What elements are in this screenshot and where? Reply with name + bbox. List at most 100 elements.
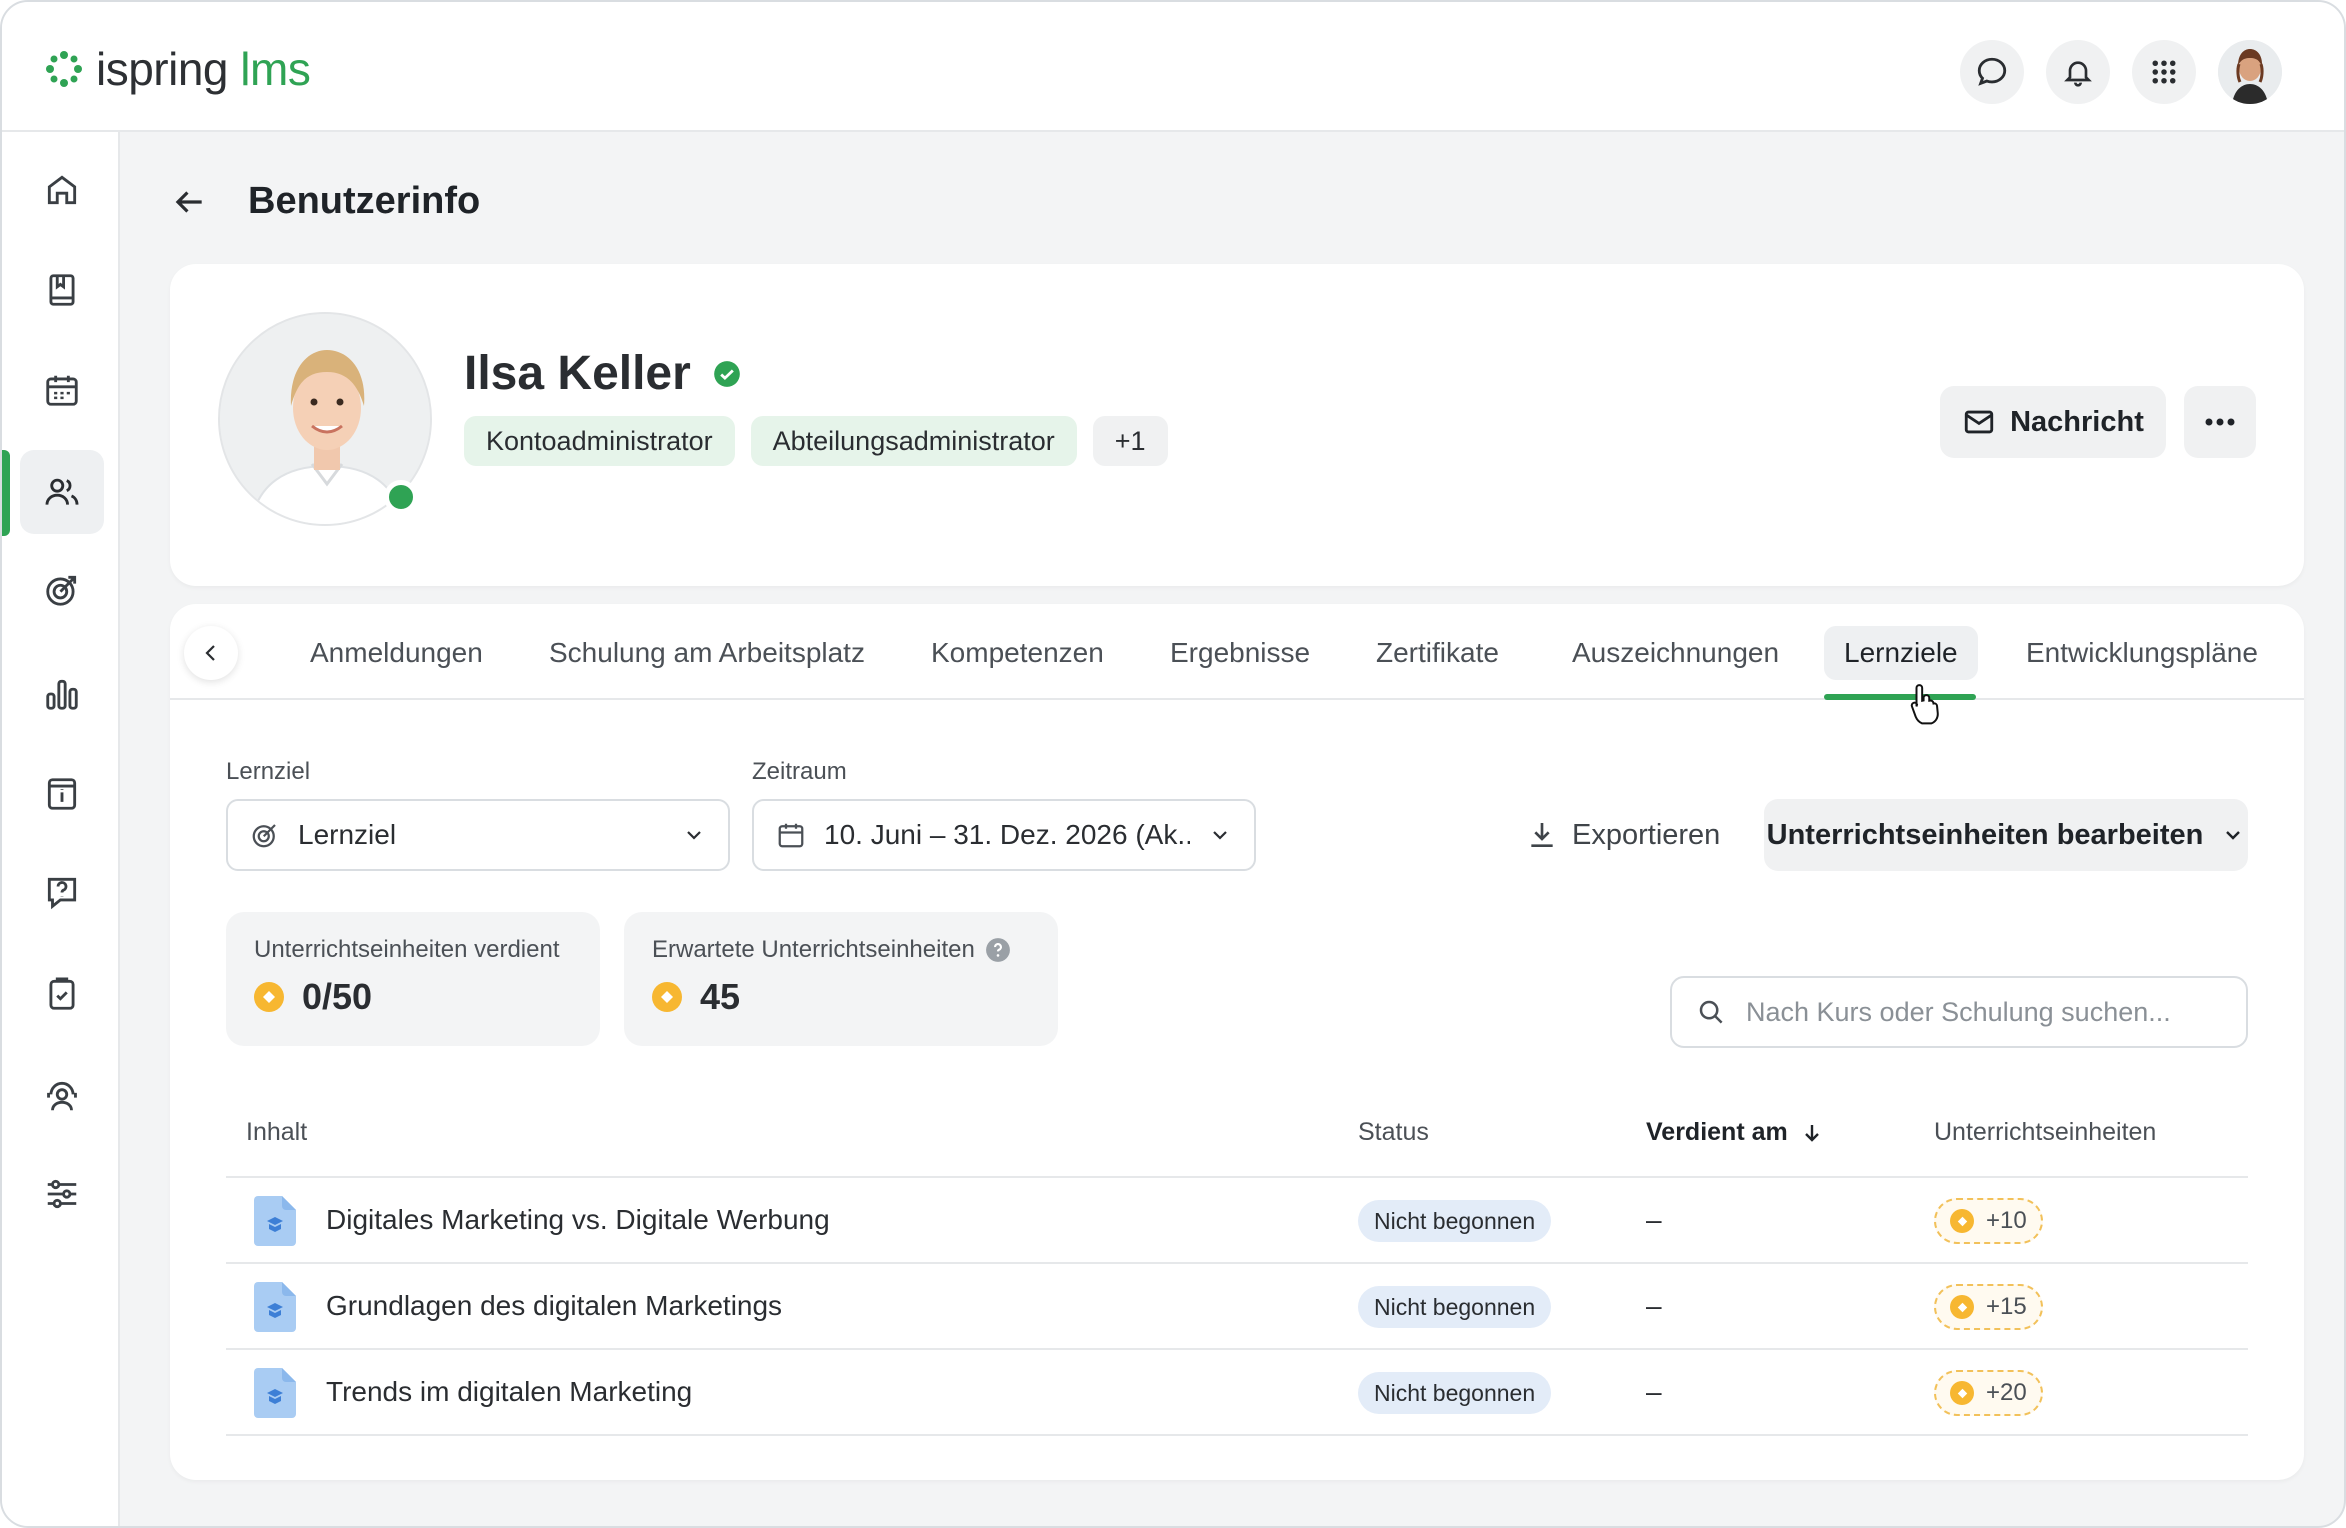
period-filter-label: Zeitraum xyxy=(752,758,847,785)
table-row[interactable]: Grundlagen des digitalen Marketings Nich… xyxy=(226,1264,2248,1350)
sidebar-active-indicator xyxy=(2,450,10,536)
target-icon xyxy=(46,575,77,606)
role-chip: Kontoadministrator xyxy=(464,416,735,466)
sidebar-item-settings[interactable] xyxy=(20,1152,104,1236)
status-badge: Nicht begonnen xyxy=(1358,1286,1552,1328)
units-value: +20 xyxy=(1986,1379,2027,1406)
chevron-down-icon xyxy=(687,831,701,840)
more-dots-icon xyxy=(2205,418,2235,426)
goal-filter-label: Lernziel xyxy=(226,758,311,785)
sidebar-item-users[interactable] xyxy=(20,450,104,534)
sidebar-item-courses[interactable] xyxy=(20,248,104,332)
column-header-content[interactable]: Inhalt xyxy=(246,1118,307,1147)
role-chip: Abteilungsadministrator xyxy=(750,416,1077,466)
column-header-earned-on[interactable]: Verdient am xyxy=(1646,1118,1824,1147)
sidebar xyxy=(2,132,120,1526)
sidebar-item-goals[interactable] xyxy=(20,548,104,632)
sidebar-item-calendar[interactable] xyxy=(20,348,104,432)
sidebar-item-support[interactable] xyxy=(20,1054,104,1138)
expected-units-label-row: Erwartete Unterrichtseinheiten xyxy=(652,936,1030,964)
period-select[interactable]: 10. Juni – 31. Dez. 2026 (Ak... xyxy=(752,799,1256,871)
status-badge: Nicht begonnen xyxy=(1358,1200,1552,1242)
tab-lernziele[interactable]: Lernziele xyxy=(1824,626,1978,680)
tab-zertifikate[interactable]: Zertifikate xyxy=(1376,626,1499,680)
units-badge: +10 xyxy=(1934,1198,2043,1244)
course-title[interactable]: Digitales Marketing vs. Digitale Werbung xyxy=(326,1204,830,1236)
help-question-icon xyxy=(47,877,77,910)
learning-goals-card: Anmeldungen Schulung am Arbeitsplatz Kom… xyxy=(170,604,2304,1480)
edit-units-label: Unterrichtseinheiten bearbeiten xyxy=(1766,818,2204,851)
earned-units-stat: Unterrichtseinheiten verdient 0/50 xyxy=(226,912,600,1046)
export-button[interactable]: Exportieren xyxy=(1526,799,1720,871)
message-button-label: Nachricht xyxy=(2010,405,2144,438)
tab-kompetenzen[interactable]: Kompetenzen xyxy=(931,626,1104,680)
settings-sliders-icon xyxy=(47,1179,77,1209)
tab-auszeichnungen[interactable]: Auszeichnungen xyxy=(1572,626,1779,680)
message-button[interactable]: Nachricht xyxy=(1940,386,2166,458)
active-tab-indicator xyxy=(1824,694,1976,700)
app-logo[interactable]: ispring lms xyxy=(44,42,311,96)
tab-ergebnisse[interactable]: Ergebnisse xyxy=(1170,626,1310,680)
status-badge: Nicht begonnen xyxy=(1358,1372,1552,1414)
hand-cursor-icon xyxy=(1910,684,1939,725)
mail-icon xyxy=(1964,410,1994,434)
sidebar-item-info[interactable] xyxy=(20,752,104,836)
top-bar: ispring lms xyxy=(2,2,2344,132)
chevron-left-icon xyxy=(205,645,215,661)
chat-button[interactable] xyxy=(1960,40,2024,104)
earned-units-value: 0/50 xyxy=(302,976,373,1017)
column-header-status[interactable]: Status xyxy=(1358,1118,1429,1147)
user-name-text: Ilsa Keller xyxy=(464,347,691,400)
book-icon xyxy=(49,274,75,306)
logo-mark-icon xyxy=(46,51,82,87)
course-title[interactable]: Grundlagen des digitalen Marketings xyxy=(326,1290,782,1322)
earned-units-value-row: 0/50 xyxy=(254,976,572,1018)
online-status-dot xyxy=(384,480,418,514)
role-chips: Kontoadministrator Abteilungsadministrat… xyxy=(464,416,1168,466)
info-board-icon xyxy=(47,778,77,810)
units-value: +10 xyxy=(1986,1207,2027,1234)
back-arrow-icon[interactable] xyxy=(170,183,208,221)
tab-schulung-am-arbeitsplatz[interactable]: Schulung am Arbeitsplatz xyxy=(549,626,865,680)
goals-table: Inhalt Status Verdient am Unterrichtsein… xyxy=(226,1090,2248,1436)
sidebar-item-tasks[interactable] xyxy=(20,952,104,1036)
sidebar-item-reports[interactable] xyxy=(20,652,104,736)
course-title[interactable]: Trends im digitalen Marketing xyxy=(326,1376,692,1408)
expected-units-value: 45 xyxy=(700,976,741,1017)
apps-button[interactable] xyxy=(2132,40,2196,104)
clipboard-check-icon xyxy=(49,977,75,1010)
notifications-button[interactable] xyxy=(2046,40,2110,104)
column-header-units[interactable]: Unterrichtseinheiten xyxy=(1934,1118,2156,1147)
tabs-scroll-left-button[interactable] xyxy=(184,626,238,680)
users-icon xyxy=(45,478,79,505)
earned-on-value: – xyxy=(1646,1204,1662,1235)
earned-units-label: Unterrichtseinheiten verdient xyxy=(254,936,560,963)
user-avatar[interactable] xyxy=(2218,40,2282,104)
goal-select[interactable]: Lernziel xyxy=(226,799,730,871)
coin-icon xyxy=(1950,1209,1974,1233)
sidebar-item-home[interactable] xyxy=(20,148,104,232)
export-button-label: Exportieren xyxy=(1572,818,1721,851)
search-icon xyxy=(1699,1000,1723,1024)
bell-icon xyxy=(2064,61,2092,87)
earned-on-value: – xyxy=(1646,1290,1662,1321)
course-search-input[interactable]: Nach Kurs oder Schulung suchen... xyxy=(1670,976,2248,1048)
table-row[interactable]: Digitales Marketing vs. Digitale Werbung… xyxy=(226,1178,2248,1264)
edit-units-button[interactable]: Unterrichtseinheiten bearbeiten xyxy=(1764,799,2248,871)
verified-check-icon xyxy=(713,360,740,387)
column-header-earned-on-label: Verdient am xyxy=(1646,1118,1788,1146)
more-roles-chip[interactable]: +1 xyxy=(1092,416,1168,466)
more-options-button[interactable] xyxy=(2184,386,2256,458)
apps-grid-icon xyxy=(2152,60,2176,84)
coin-icon xyxy=(254,982,284,1012)
home-icon xyxy=(47,175,77,205)
table-row[interactable]: Trends im digitalen Marketing Nicht bego… xyxy=(226,1350,2248,1436)
period-select-value: 10. Juni – 31. Dez. 2026 (Ak... xyxy=(824,819,1190,850)
tab-anmeldungen[interactable]: Anmeldungen xyxy=(310,626,483,680)
help-circle-icon[interactable] xyxy=(985,937,1011,963)
units-badge: +20 xyxy=(1934,1370,2043,1416)
sidebar-item-help[interactable] xyxy=(20,850,104,934)
support-agent-icon xyxy=(47,1081,77,1111)
coin-icon xyxy=(1950,1381,1974,1405)
tab-entwicklungsplaene[interactable]: Entwicklungspläne xyxy=(2026,626,2258,680)
